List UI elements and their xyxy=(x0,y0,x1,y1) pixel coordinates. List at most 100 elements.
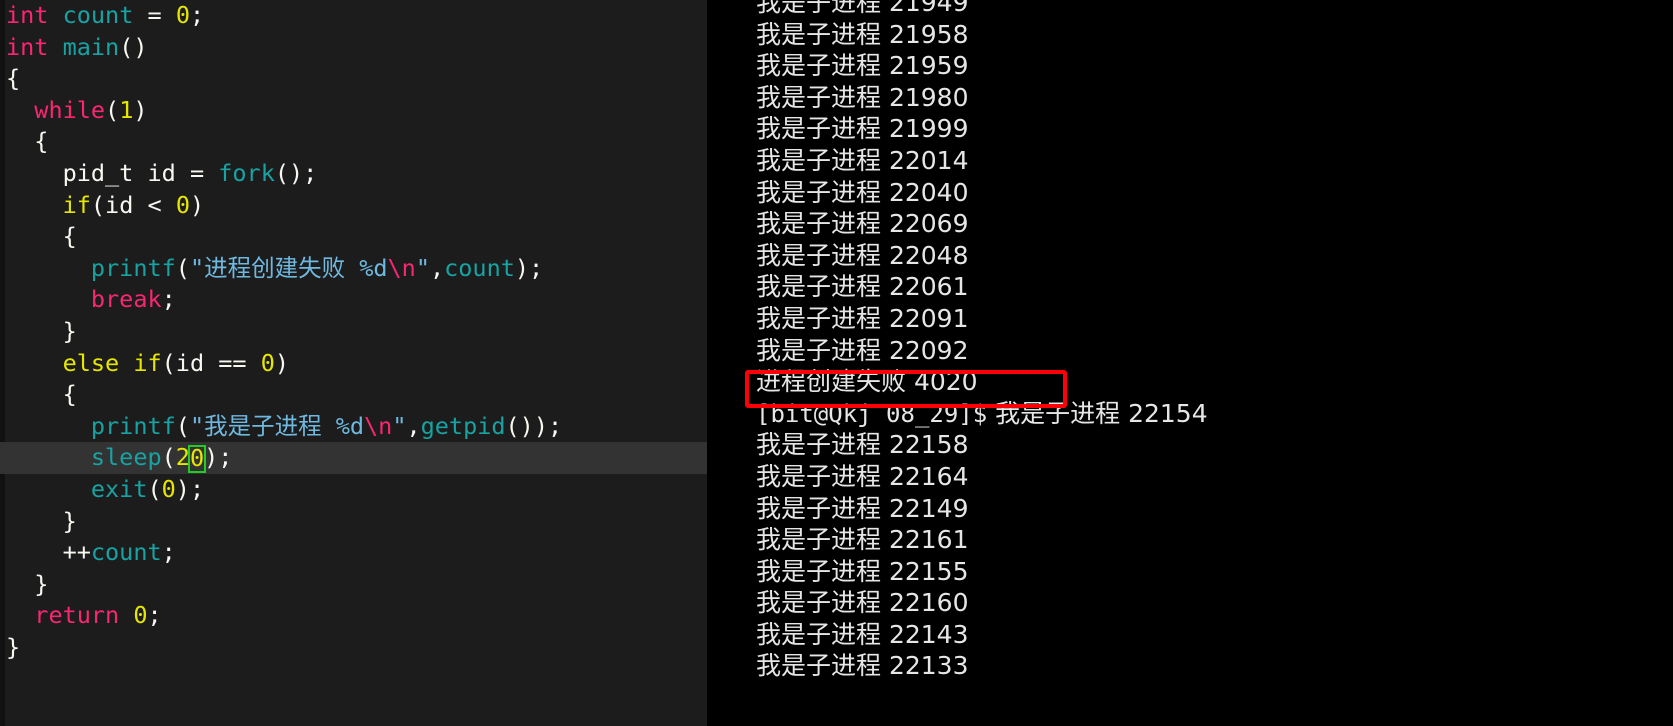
code-line[interactable]: } xyxy=(0,569,707,601)
code-token: 1 xyxy=(119,95,134,124)
code-token: id xyxy=(105,190,134,219)
code-token: { xyxy=(6,64,21,93)
code-line[interactable]: } xyxy=(0,632,707,664)
terminal-child-line: 我是子进程 22164 xyxy=(756,461,969,491)
code-token: ) xyxy=(133,95,148,124)
code-line[interactable]: } xyxy=(0,506,707,538)
code-token: main xyxy=(62,32,120,61)
terminal-output: 我是子进程 21949 我是子进程 21958 我是子进程 21959 我是子进程 2… xyxy=(753,0,1673,682)
code-line[interactable]: if(id < 0) xyxy=(0,190,707,222)
code-line[interactable]: exit(0); xyxy=(0,474,707,506)
code-token: "进程创建失败 %d xyxy=(189,253,388,282)
code-line[interactable]: int count = 0; xyxy=(0,0,707,32)
code-content[interactable]: int count = 0; int main(){ while(1) { pid… xyxy=(0,0,707,663)
terminal-pane[interactable]: 我是子进程 21949 我是子进程 21958 我是子进程 21959 我是子进程 2… xyxy=(753,0,1673,726)
code-token: pid_t xyxy=(62,158,134,187)
code-token: { xyxy=(34,127,49,156)
code-token: count xyxy=(444,253,515,282)
code-token: int xyxy=(6,32,49,61)
code-line[interactable]: while(1) xyxy=(0,95,707,127)
code-token: ); xyxy=(514,253,544,282)
terminal-child-line: 我是子进程 22091 xyxy=(756,303,969,333)
code-token: ( xyxy=(161,443,176,472)
code-line[interactable]: pid_t id = fork(); xyxy=(0,158,707,190)
code-token: " xyxy=(415,253,430,282)
code-line[interactable]: } xyxy=(0,316,707,348)
code-token: ; xyxy=(161,285,176,314)
code-line[interactable]: break; xyxy=(0,284,707,316)
terminal-child-line: 我是子进程 22155 xyxy=(756,556,969,586)
code-token: "我是子进程 %d xyxy=(189,411,365,440)
code-token: getpid xyxy=(420,411,506,440)
code-editor-pane[interactable]: int count = 0; int main(){ while(1) { pid… xyxy=(0,0,707,726)
code-token: fork xyxy=(218,158,275,187)
code-token: 0 xyxy=(161,474,176,503)
terminal-child-line: 我是子进程 22160 xyxy=(756,588,969,618)
code-line[interactable]: return 0; xyxy=(0,600,707,632)
code-line[interactable]: { xyxy=(0,221,707,253)
code-line[interactable]: ++count; xyxy=(0,537,707,569)
code-token: int xyxy=(6,1,49,29)
terminal-child-line: 我是子进程 21949 xyxy=(756,0,969,17)
code-token: ( xyxy=(90,190,106,219)
code-token: exit xyxy=(90,474,148,503)
terminal-child-line: 我是子进程 21958 xyxy=(756,19,969,49)
code-line[interactable]: int main() xyxy=(0,32,707,64)
terminal-child-line: 我是子进程 22061 xyxy=(756,272,969,302)
code-token: id xyxy=(175,348,205,377)
terminal-child-line: 我是子进程 22048 xyxy=(756,240,969,270)
terminal-child-line: 我是子进程 21999 xyxy=(756,114,969,144)
code-line[interactable]: printf("我是子进程 %d\n",getpid()); xyxy=(0,411,707,443)
shell-prompt: [bit@Qkj 08_29]$ xyxy=(756,399,988,428)
code-token: printf xyxy=(90,411,176,440)
code-token: 0 xyxy=(260,348,275,377)
terminal-child-line: 我是子进程 22014 xyxy=(756,145,969,175)
code-token: ); xyxy=(204,443,233,472)
code-token: == xyxy=(218,348,247,377)
screenshot-root: int count = 0; int main(){ while(1) { pid… xyxy=(0,0,1673,726)
code-token: () xyxy=(119,32,148,61)
code-line[interactable]: { xyxy=(0,379,707,411)
code-line[interactable]: printf("进程创建失败 %d\n",count); xyxy=(0,253,707,285)
code-token: ( xyxy=(161,348,176,377)
code-token: ) xyxy=(189,190,205,219)
terminal-child-line: 我是子进程 22161 xyxy=(756,525,969,555)
code-token: " xyxy=(392,411,407,440)
code-token: , xyxy=(406,411,421,440)
code-token: else xyxy=(62,348,120,377)
code-token: } xyxy=(62,316,77,345)
code-line[interactable]: { xyxy=(0,63,707,95)
code-token: if xyxy=(62,190,91,219)
terminal-child-line: 我是子进程 22158 xyxy=(756,430,969,460)
code-line[interactable]: { xyxy=(0,126,707,158)
code-token: ; xyxy=(189,1,205,29)
code-token: ( xyxy=(147,474,162,503)
code-token: ); xyxy=(175,474,205,503)
code-line[interactable]: sleep(20); xyxy=(0,442,707,474)
code-token: ()); xyxy=(505,411,563,440)
code-token: 0 xyxy=(175,1,190,29)
terminal-child-line: 我是子进程 22149 xyxy=(756,493,969,523)
code-line[interactable]: else if(id == 0) xyxy=(0,348,707,380)
code-token: ; xyxy=(161,538,176,567)
